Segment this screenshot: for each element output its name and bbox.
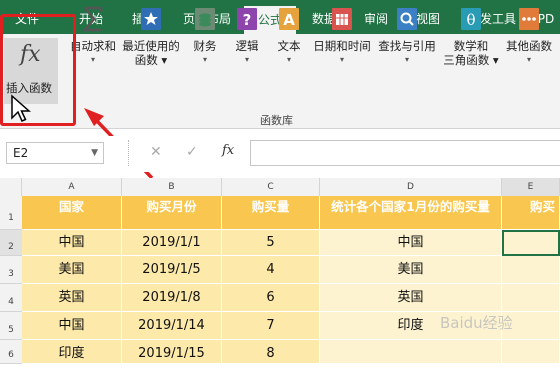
table-cell[interactable]: 中国 — [320, 230, 502, 256]
table-cell[interactable]: 6 — [222, 284, 320, 312]
table-cell[interactable]: 英国 — [320, 284, 502, 312]
cell-c1[interactable]: 购买量 — [222, 196, 320, 230]
formula-input[interactable] — [250, 140, 560, 166]
chevron-down-icon[interactable]: ▼ — [91, 143, 98, 163]
row-header-2[interactable]: 2 — [0, 230, 22, 256]
table-cell[interactable]: 英国 — [22, 284, 122, 312]
column-header-e[interactable]: E — [502, 178, 560, 196]
row-header-5[interactable]: 5 — [0, 312, 22, 340]
column-header-a[interactable]: A — [22, 178, 122, 196]
table-cell[interactable]: 印度 — [22, 340, 122, 364]
table-cell[interactable]: 2019/1/14 — [122, 312, 222, 340]
table-cell[interactable] — [502, 284, 560, 312]
row-header-1[interactable]: 1 — [0, 196, 22, 230]
table-cell[interactable] — [502, 256, 560, 284]
watermark: Baidu经验 — [440, 314, 513, 332]
table-cell[interactable]: 4 — [222, 256, 320, 284]
table-cell[interactable] — [320, 340, 502, 364]
table-cell[interactable]: 5 — [222, 230, 320, 256]
name-box[interactable]: E2 ▼ — [6, 142, 104, 164]
table-cell[interactable]: 美国 — [320, 256, 502, 284]
table-cell[interactable]: 中国 — [22, 230, 122, 256]
table-cell[interactable]: 2019/1/8 — [122, 284, 222, 312]
table-cell[interactable]: 美国 — [22, 256, 122, 284]
name-box-value: E2 — [13, 146, 29, 160]
confirm-icon[interactable]: ✓ — [186, 144, 198, 160]
mouse-cursor-icon — [11, 94, 31, 122]
selected-cell-e2[interactable] — [502, 230, 560, 256]
row-header-3[interactable]: 3 — [0, 256, 22, 284]
column-header-d[interactable]: D — [320, 178, 502, 196]
table-cell[interactable]: 7 — [222, 312, 320, 340]
table-cell[interactable] — [502, 340, 560, 364]
select-all-corner[interactable] — [0, 178, 22, 196]
cell-e1[interactable]: 购买 — [502, 196, 560, 230]
cell-d1[interactable]: 统计各个国家1月份的购买量 — [320, 196, 502, 230]
table-cell[interactable]: 8 — [222, 340, 320, 364]
table-cell[interactable]: 2019/1/1 — [122, 230, 222, 256]
cell-b1[interactable]: 购买月份 — [122, 196, 222, 230]
column-header-b[interactable]: B — [122, 178, 222, 196]
table-cell[interactable]: 2019/1/15 — [122, 340, 222, 364]
insert-function-fx-button[interactable]: fx — [222, 143, 234, 158]
column-header-c[interactable]: C — [222, 178, 320, 196]
cancel-icon[interactable]: ✕ — [150, 144, 162, 160]
table-cell[interactable]: 中国 — [22, 312, 122, 340]
row-header-6[interactable]: 6 — [0, 340, 22, 364]
table-cell[interactable]: 2019/1/5 — [122, 256, 222, 284]
row-header-4[interactable]: 4 — [0, 284, 22, 312]
formula-bar-divider — [128, 140, 129, 166]
cell-a1[interactable]: 国家 — [22, 196, 122, 230]
